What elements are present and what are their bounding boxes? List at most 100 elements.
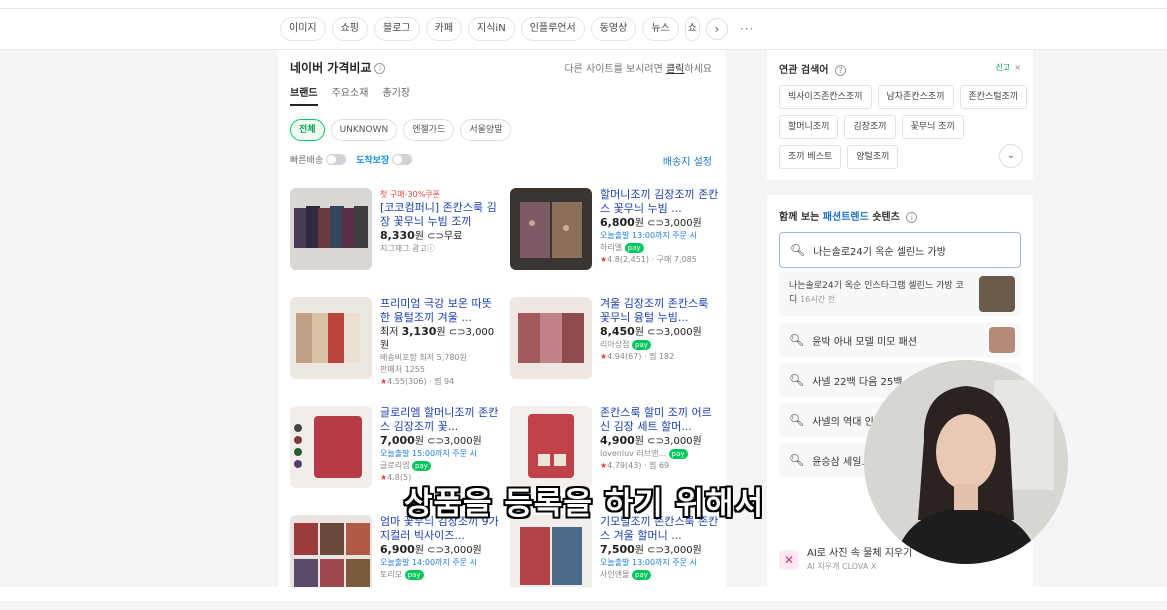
product-card[interactable]: 첫 구매-30%쿠폰 [코코컴퍼니] 존칸스룩 김장 꽃무늬 누빔 조끼 8,3… [290,188,505,283]
product-card[interactable]: 겨울 김장조끼 존칸스룩 꽃무늬 융털 누빔... 8,450원 ⊂⊃3,000… [510,297,725,392]
trend-query[interactable]: 🔍︎ 윤박 아내 모델 미모 패션 [779,322,1021,358]
tab-image[interactable]: 이미지 [280,17,326,41]
product-image[interactable] [510,297,592,379]
product-image[interactable] [510,406,592,488]
search-icon: 🔍︎ [790,243,806,257]
search-icon: 🔍︎ [789,413,805,427]
product-price: 6,900원 ⊂⊃3,000원 [380,543,482,556]
rating: ★4.79(43) · 찜 69 [600,461,670,470]
ai-eraser-icon: ✕ [779,550,799,570]
trend-detail[interactable]: 나는솔로24기 옥순 인스타그램 셀린느 가방 코디 16시간 전 [779,272,1021,316]
product-title[interactable]: 겨울 김장조끼 존칸스룩 꽃무늬 융털 누빔... [600,297,720,325]
brand-chips: 전체 UNKNOWN 엔젤가드 서울양말 [290,119,512,141]
search-tabs: 이미지 쇼핑 블로그 카페 지식iN 인플루언서 동영상 뉴스 쇼 › ··· [280,17,754,41]
shipping-info: 오늘출발 13:00까지 주문 시 [600,558,697,567]
product-info: 존칸스룩 할미 조끼 어르신 김장 세트 할머... 4,900원 ⊂⊃3,00… [600,406,720,472]
product-image[interactable] [290,515,372,597]
delivery-toggles: 빠른배송 도착보장 [290,153,413,166]
npay-badge: pay [632,570,651,580]
product-price: 최저 3,130원 ⊂⊃3,000원 [380,325,495,351]
tab-cafe[interactable]: 카페 [425,17,463,41]
tab-video[interactable]: 동영상 [590,17,637,41]
product-title[interactable]: 존칸스룩 할미 조끼 어르신 김장 세트 할머... [600,406,720,434]
product-title[interactable]: [코코컴퍼니] 존칸스룩 김장 꽃무늬 누빔 조끼 [380,201,500,229]
chip-angelguard[interactable]: 엔젤가드 [403,119,455,141]
tab-partial[interactable]: 쇼 [684,17,700,41]
npay-badge: pay [412,461,431,471]
delivery-setting-link[interactable]: 배송지 설정 [663,153,712,168]
npay-badge: pay [668,449,688,459]
tabs-next-button[interactable]: › [705,18,728,40]
product-image[interactable] [290,297,372,379]
product-price: 6,800원 ⊂⊃3,000원 [600,216,702,229]
product-info: 첫 구매-30%쿠폰 [코코컴퍼니] 존칸스룩 김장 꽃무늬 누빔 조끼 8,3… [380,188,500,255]
product-image[interactable] [290,188,372,270]
product-title[interactable]: 글로리엠 할머니조끼 존칸스 김장조끼 꽃... [380,406,500,434]
toggle-switch[interactable] [392,154,413,165]
product-price: 7,000원 ⊂⊃3,000원 [380,434,482,447]
keyword-chip[interactable]: 김장조끼 [844,115,896,139]
close-icon[interactable]: × [1014,63,1021,72]
shipping-info: 오늘출발 15:00까지 주문 시 [380,449,477,458]
shipping-info: 배송비포함 최저 5,780원 [380,353,467,362]
seller: 글로리엠 pay [380,460,500,472]
product-image[interactable] [290,406,372,488]
rating: ★4.94(67) · 찜 182 [600,352,675,361]
product-price: 8,330원 ⊂⊃무료 [380,229,463,242]
chip-seoul-socks[interactable]: 서울양말 [460,119,512,141]
npay-badge: pay [404,570,424,580]
seller-count: 판매처 1255 [380,365,425,374]
seller: 사인앤몰 pay [600,569,720,581]
chevron-down-icon[interactable]: ⌄ [999,144,1023,168]
rating: ★4.8(2,451) · 구매 7,085 [600,255,697,264]
tab-kin[interactable]: 지식iN [468,17,515,41]
video-subtitle: 상품을 등록을 하기 위해서 [404,486,765,522]
keyword-chip[interactable]: 빅사이즈존칸스조끼 [779,85,872,109]
fast-delivery-toggle[interactable]: 빠른배송 [290,153,347,166]
help-icon[interactable]: ? [834,64,846,76]
product-title[interactable]: 프리미엄 극강 보온 따뜻한 융털조끼 겨울 ... [380,297,500,325]
product-card[interactable]: 할머니조끼 김장조끼 존칸스 꽃무늬 누빔 ... 6,800원 ⊂⊃3,000… [510,188,725,283]
seller: 지그재그 광고ⓘ [380,244,435,253]
arrival-guarantee-toggle[interactable]: 도착보장 [356,153,413,166]
npay-badge: pay [632,340,651,350]
filter-subtabs: 브랜드 주요소재 총기장 [290,84,410,106]
product-info: 겨울 김장조끼 존칸스룩 꽃무늬 융털 누빔... 8,450원 ⊂⊃3,000… [600,297,720,363]
tab-influencer[interactable]: 인플루언서 [520,17,585,41]
keyword-chip[interactable]: 꽃무늬 조끼 [901,115,964,139]
keyword-chip[interactable]: 존칸스털조끼 [959,85,1028,109]
chip-all[interactable]: 전체 [290,119,325,141]
product-image[interactable] [510,515,592,597]
tabs-more-icon[interactable]: ··· [740,22,754,36]
info-icon[interactable]: i [906,211,918,223]
subtab-material[interactable]: 주요소재 [332,84,369,106]
trend-thumbnail[interactable] [989,327,1015,353]
product-price: 8,450원 ⊂⊃3,000원 [600,325,702,338]
keyword-chip[interactable]: 양털조끼 [847,145,899,169]
trend-thumbnail[interactable] [979,276,1015,312]
product-image[interactable] [510,188,592,270]
tab-shopping[interactable]: 쇼핑 [331,17,369,41]
toggle-switch[interactable] [326,154,347,165]
keyword-chip[interactable]: 조끼 베스트 [779,145,842,169]
top-divider [0,8,1167,9]
product-title[interactable]: 할머니조끼 김장조끼 존칸스 꽃무늬 누빔 ... [600,188,720,216]
product-info: 할머니조끼 김장조끼 존칸스 꽃무늬 누빔 ... 6,800원 ⊂⊃3,000… [600,188,720,266]
report-button[interactable]: 신고 × [996,62,1021,73]
click-link[interactable]: 클릭 [666,64,684,75]
info-icon[interactable]: i [374,63,386,74]
tab-news[interactable]: 뉴스 [642,17,679,41]
search-tab-bar: 이미지 쇼핑 블로그 카페 지식iN 인플루언서 동영상 뉴스 쇼 › ··· [0,0,1167,50]
chip-unknown[interactable]: UNKNOWN [330,119,398,141]
product-info: 엄마 꽃무늬 김장조끼 9가지컬러 빅사이즈... 6,900원 ⊂⊃3,000… [380,515,500,581]
subtab-length[interactable]: 총기장 [382,84,410,106]
trend-query-selected[interactable]: 🔍︎ 나는솔로24기 옥순 셀린느 가방 [779,232,1021,268]
subtab-brand[interactable]: 브랜드 [290,84,318,106]
product-card[interactable]: 프리미엄 극강 보온 따뜻한 융털조끼 겨울 ... 최저 3,130원 ⊂⊃3… [290,297,505,392]
keyword-chip[interactable]: 할머니조끼 [779,115,839,139]
keyword-chip[interactable]: 남자존칸스조끼 [877,85,954,109]
tab-blog[interactable]: 블로그 [374,17,420,41]
price-compare-title: 네이버 가격비교 i [290,59,386,76]
webcam-overlay [864,360,1068,564]
fashion-trend-title: 함께 보는 패션트렌드 숏텐츠 i [779,208,918,223]
